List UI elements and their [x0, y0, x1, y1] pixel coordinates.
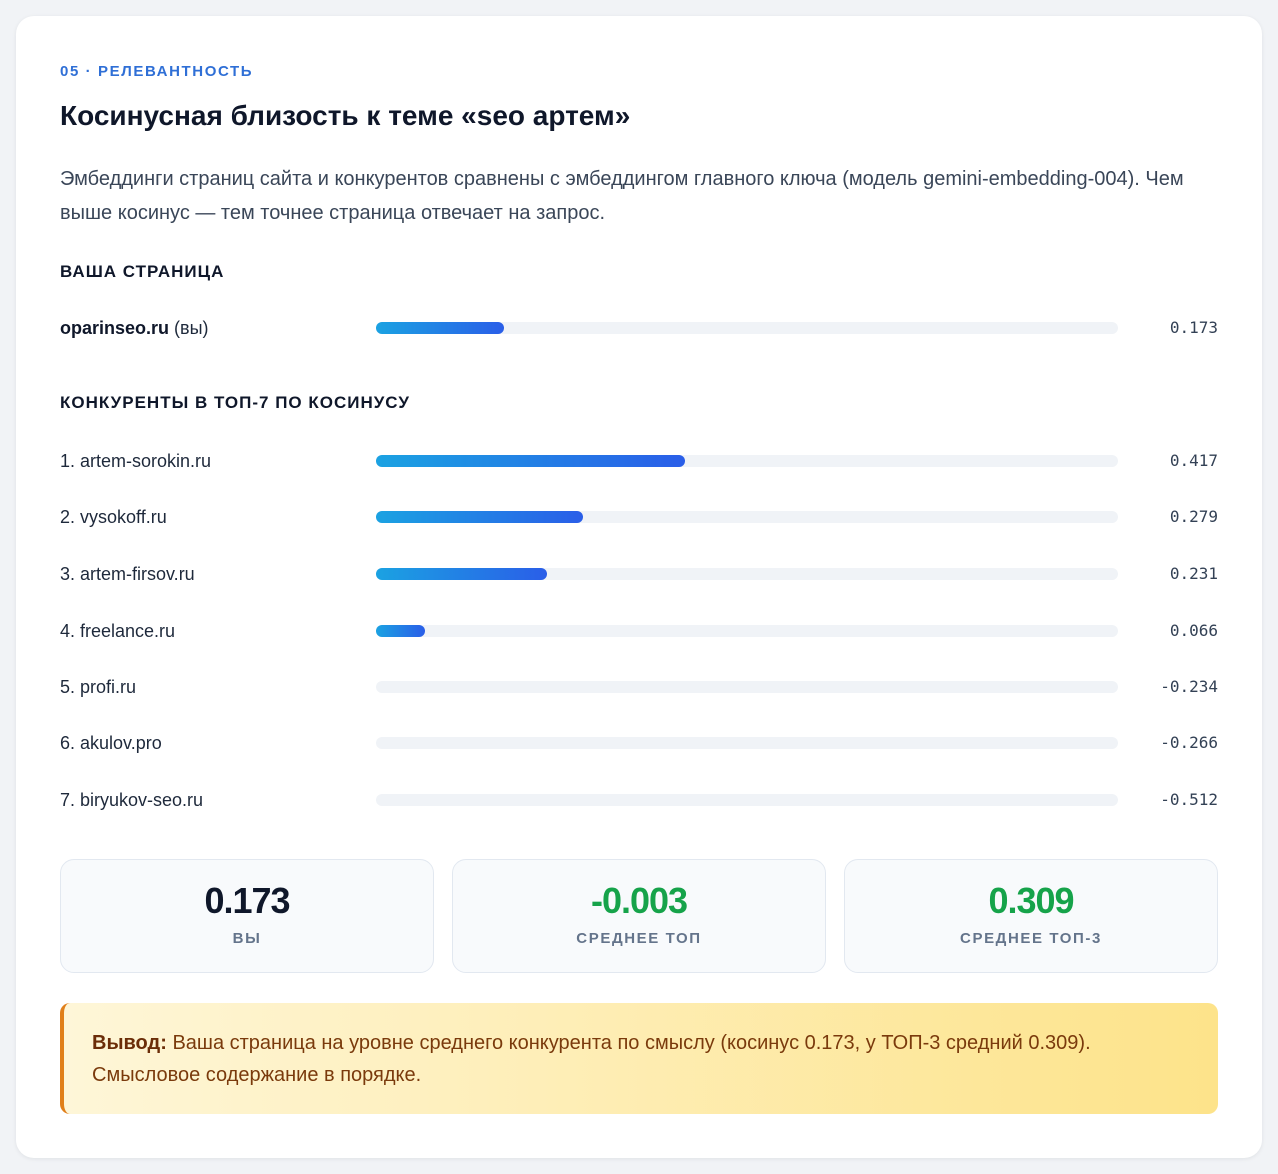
similarity-bar-fill — [376, 568, 548, 580]
similarity-value: 0.173 — [1169, 318, 1218, 337]
section-description: Эмбеддинги страниц сайта и конкурентов с… — [60, 168, 1184, 224]
similarity-bar-track — [376, 737, 1118, 749]
competitor-label: 2. vysokoff.ru — [60, 507, 167, 527]
your-page-heading: ВАША СТРАНИЦА — [60, 262, 225, 281]
stat-card-you: 0.173 ВЫ — [60, 859, 434, 973]
similarity-bar-track — [376, 681, 1118, 693]
your-page-domain: oparinseo.ru — [60, 318, 170, 338]
stat-value: 0.309 — [988, 880, 1074, 921]
similarity-value: 0.417 — [1169, 451, 1218, 470]
stat-value: 0.173 — [204, 880, 290, 921]
similarity-bar-track — [376, 322, 1118, 334]
competitor-label: 6. akulov.pro — [60, 733, 162, 753]
competitor-row: 5. profi.ru -0.234 — [60, 672, 1218, 702]
similarity-bar-fill — [376, 511, 584, 523]
similarity-bar-track — [376, 455, 1118, 467]
similarity-value: -0.266 — [1160, 733, 1218, 752]
competitor-label: 5. profi.ru — [60, 677, 137, 697]
stat-label: СРЕДНЕЕ ТОП — [576, 930, 702, 947]
competitors-heading: КОНКУРЕНТЫ В ТОП-7 ПО КОСИНУСУ — [60, 393, 410, 412]
your-page-row: oparinseo.ru (вы) 0.173 — [60, 313, 1218, 343]
section-eyebrow: 05 · РЕЛЕВАНТНОСТЬ — [60, 63, 254, 80]
conclusion-lead: Вывод: — [92, 1032, 167, 1054]
conclusion-text: Ваша страница на уровне среднего конкуре… — [92, 1032, 1091, 1086]
similarity-value: 0.231 — [1169, 564, 1218, 583]
competitor-row: 3. artem-firsov.ru 0.231 — [60, 559, 1218, 589]
competitor-row: 4. freelance.ru 0.066 — [60, 616, 1218, 646]
similarity-value: -0.512 — [1160, 790, 1218, 809]
similarity-bar-track — [376, 568, 1118, 580]
similarity-bar-track — [376, 511, 1118, 523]
similarity-bar-track — [376, 625, 1118, 637]
similarity-bar-fill — [376, 322, 505, 334]
stat-label: СРЕДНЕЕ ТОП-3 — [960, 930, 1102, 947]
competitor-row: 2. vysokoff.ru 0.279 — [60, 502, 1218, 532]
conclusion-callout: Вывод: Ваша страница на уровне среднего … — [60, 1003, 1218, 1114]
competitor-label: 4. freelance.ru — [60, 621, 176, 641]
stat-card-average-top3: 0.309 СРЕДНЕЕ ТОП-3 — [844, 859, 1218, 973]
similarity-value: 0.279 — [1169, 507, 1218, 526]
similarity-bar-fill — [376, 625, 425, 637]
summary-stats: 0.173 ВЫ -0.003 СРЕДНЕЕ ТОП 0.309 СРЕДНЕ… — [60, 859, 1218, 973]
similarity-bar-fill — [376, 455, 686, 467]
competitor-row: 6. akulov.pro -0.266 — [60, 728, 1218, 758]
similarity-bar-track — [376, 794, 1118, 806]
competitor-row: 7. biryukov-seo.ru -0.512 — [60, 785, 1218, 815]
section-title: Косинусная близость к теме «seo артем» — [60, 100, 631, 131]
relevance-card: 05 · РЕЛЕВАНТНОСТЬ Косинусная близость к… — [16, 16, 1262, 1158]
competitor-label: 1. artem-sorokin.ru — [60, 451, 212, 471]
competitor-row: 1. artem-sorokin.ru 0.417 — [60, 446, 1218, 476]
stat-value: -0.003 — [590, 880, 688, 921]
similarity-value: -0.234 — [1160, 677, 1218, 696]
stat-label: ВЫ — [232, 930, 262, 947]
similarity-value: 0.066 — [1169, 621, 1218, 640]
competitor-label: 3. artem-firsov.ru — [60, 564, 195, 584]
stat-card-average-top: -0.003 СРЕДНЕЕ ТОП — [452, 859, 826, 973]
your-page-label: oparinseo.ru (вы) — [60, 313, 209, 343]
competitor-label: 7. biryukov-seo.ru — [60, 790, 204, 810]
your-page-suffix: (вы) — [174, 318, 209, 338]
